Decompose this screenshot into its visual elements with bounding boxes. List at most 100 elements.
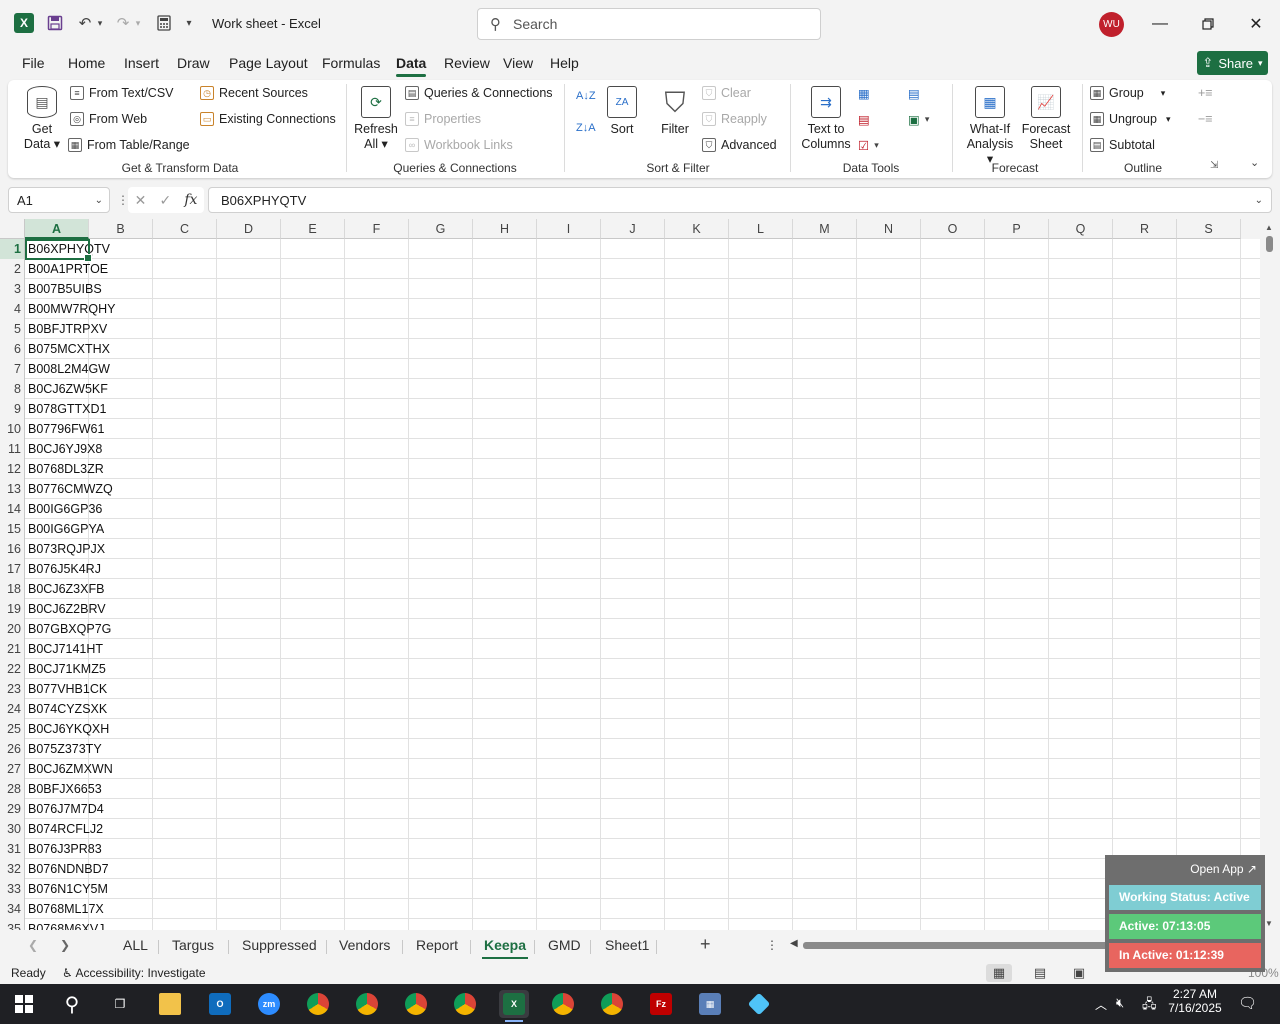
column-header[interactable]: E (281, 219, 345, 239)
row-header[interactable]: 35 (0, 919, 25, 930)
row-header[interactable]: 23 (0, 679, 25, 699)
outline-dialog-launcher-icon[interactable]: ⇲ (1210, 160, 1218, 171)
network-icon[interactable]: 🖧︎ (1142, 995, 1157, 1017)
excel-taskbar-icon[interactable]: X (499, 990, 529, 1022)
table-cell[interactable]: B0BFJX6653 (25, 779, 102, 799)
sheet-tab-report[interactable]: Report (416, 937, 458, 953)
scroll-down-icon[interactable]: ▼ (1265, 919, 1273, 928)
scroll-up-icon[interactable]: ▲ (1265, 223, 1273, 232)
chrome-icon[interactable] (352, 990, 382, 1018)
table-cell[interactable]: B076N1CY5M (25, 879, 108, 899)
file-explorer-icon[interactable] (155, 990, 185, 1018)
table-cell[interactable]: B008L2M4GW (25, 359, 110, 379)
minimize-icon[interactable]: — (1145, 10, 1175, 38)
cancel-icon[interactable]: ✕ (135, 192, 147, 209)
table-cell[interactable]: B0776CMWZQ (25, 479, 113, 499)
sheet-tab-vendors[interactable]: Vendors (339, 937, 390, 953)
table-cell[interactable]: B076J5K4RJ (25, 559, 101, 579)
row-header[interactable]: 13 (0, 479, 25, 499)
column-header[interactable]: N (857, 219, 921, 239)
table-cell[interactable]: B074CYZSXK (25, 699, 107, 719)
table-cell[interactable]: B07796FW61 (25, 419, 104, 439)
row-header[interactable]: 16 (0, 539, 25, 559)
volume-mute-icon[interactable]: 🔇︎ (1116, 995, 1124, 1011)
table-cell[interactable]: B00A1PRTOE (25, 259, 108, 279)
table-cell[interactable]: B0CJ6YJ9X8 (25, 439, 102, 459)
tab-draw[interactable]: Draw (177, 55, 210, 71)
task-view-icon[interactable]: ❐ (105, 990, 135, 1018)
row-header[interactable]: 28 (0, 779, 25, 799)
table-cell[interactable]: B00MW7RQHY (25, 299, 116, 319)
search-box[interactable]: ⚲ Search (477, 8, 821, 40)
row-header[interactable]: 15 (0, 519, 25, 539)
row-header[interactable]: 33 (0, 879, 25, 899)
tab-view[interactable]: View (503, 55, 533, 71)
row-header[interactable]: 31 (0, 839, 25, 859)
sheet-tab-suppressed[interactable]: Suppressed (242, 937, 317, 953)
table-cell[interactable]: B077VHB1CK (25, 679, 107, 699)
table-cell[interactable]: B0768M6XVJ (25, 919, 104, 930)
table-cell[interactable]: B074RCFLJ2 (25, 819, 103, 839)
column-header[interactable]: R (1113, 219, 1177, 239)
column-header[interactable]: P (985, 219, 1049, 239)
table-cell[interactable]: B078GTTXD1 (25, 399, 107, 419)
table-cell[interactable]: B07GBXQP7G (25, 619, 111, 639)
zoom-icon[interactable]: zm (254, 990, 284, 1018)
notifications-icon[interactable]: 🗨︎ (1238, 994, 1257, 1012)
row-header[interactable]: 19 (0, 599, 25, 619)
data-validation-icon[interactable]: ☑ ▾ (858, 138, 879, 153)
chrome-icon[interactable] (401, 990, 431, 1018)
row-header[interactable]: 14 (0, 499, 25, 519)
row-header[interactable]: 4 (0, 299, 25, 319)
windows-start-icon[interactable] (9, 990, 39, 1018)
spreadsheet-grid[interactable]: ABCDEFGHIJKLMNOPQRS 1 B06XPHYQTV 2 B00A1PRT… (0, 219, 1280, 930)
column-header[interactable]: S (1177, 219, 1241, 239)
row-header[interactable]: 27 (0, 759, 25, 779)
clock[interactable]: 2:27 AM 7/16/2025 (1164, 987, 1226, 1015)
scroll-left-icon[interactable]: ◀ (790, 938, 798, 949)
row-header[interactable]: 2 (0, 259, 25, 279)
sheet-tab-keepa[interactable]: Keepa (481, 937, 529, 959)
remove-duplicates-icon[interactable]: ▤ (858, 112, 870, 127)
table-cell[interactable]: B0CJ6ZW5KF (25, 379, 108, 399)
sheet-tab-targus[interactable]: Targus (172, 937, 214, 953)
from-web-button[interactable]: ◎ From Web (70, 112, 147, 126)
row-header[interactable]: 1 (0, 239, 25, 259)
table-cell[interactable]: B0CJ71KMZ5 (25, 659, 106, 679)
row-header[interactable]: 7 (0, 359, 25, 379)
table-cell[interactable]: B0CJ6ZMXWN (25, 759, 113, 779)
row-header[interactable]: 17 (0, 559, 25, 579)
filter-button[interactable]: ⛉ Filter (656, 86, 694, 137)
row-header[interactable]: 8 (0, 379, 25, 399)
tray-overflow-icon[interactable]: ︿ (1095, 996, 1107, 1013)
hide-detail-icon[interactable]: −≡ (1198, 112, 1213, 126)
from-text-csv-button[interactable]: ≡ From Text/CSV (70, 86, 174, 100)
insert-function-icon[interactable]: fx (184, 192, 197, 208)
more-sheets-icon[interactable]: ⋮ (766, 938, 778, 952)
sheet-tab-all[interactable]: ALL (123, 937, 148, 953)
vertical-scrollbar[interactable]: ▲ ▼ (1260, 219, 1280, 930)
row-header[interactable]: 10 (0, 419, 25, 439)
row-header[interactable]: 34 (0, 899, 25, 919)
forecast-sheet-button[interactable]: 📈 Forecast Sheet (1022, 86, 1070, 152)
clear-filter-button[interactable]: ⛉ Clear (702, 86, 751, 100)
accessibility-status[interactable]: ♿︎ Accessibility: Investigate (62, 966, 206, 980)
chrome-icon[interactable] (303, 990, 333, 1018)
name-box[interactable]: A1 ⌄ (8, 187, 110, 213)
page-break-view-icon[interactable]: ▣ (1066, 964, 1092, 982)
subtotal-button[interactable]: ▤ Subtotal (1090, 138, 1155, 152)
sort-button[interactable]: ZA Sort (604, 86, 640, 137)
table-cell[interactable]: B076J7M7D4 (25, 799, 104, 819)
properties-button[interactable]: ≡ Properties (405, 112, 481, 126)
chevron-down-icon[interactable]: ⌄ (95, 195, 103, 206)
get-data-button[interactable]: ▤ Get Data ▾ (22, 86, 62, 152)
taskbar-search-icon[interactable]: ⚲ (57, 990, 87, 1018)
save-icon[interactable] (44, 12, 66, 34)
chrome-icon[interactable] (450, 990, 480, 1018)
row-header[interactable]: 22 (0, 659, 25, 679)
sort-z-a-icon[interactable]: Z↓A (576, 122, 596, 134)
open-app-link[interactable]: Open App ↗ (1190, 862, 1257, 876)
column-header[interactable]: L (729, 219, 793, 239)
table-cell[interactable]: B007B5UIBS (25, 279, 102, 299)
table-cell[interactable]: B076NDNBD7 (25, 859, 109, 879)
